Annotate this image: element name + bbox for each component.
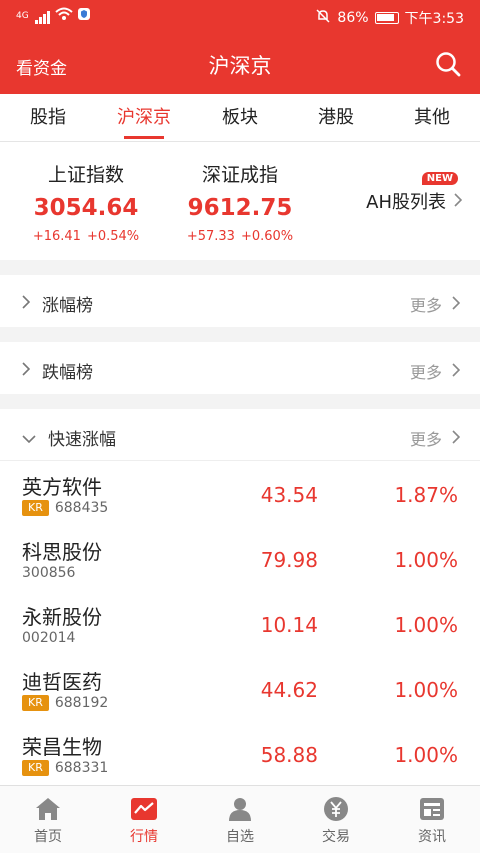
kr-badge: KR (22, 695, 49, 711)
app-header: 看资金 沪深京 (0, 34, 480, 94)
index-change-percent: +0.54% (86, 229, 140, 244)
market-tabs: 股指 沪深京 板块 港股 其他 (0, 94, 480, 142)
stock-change-percent: 1.00% (394, 548, 458, 572)
index-panel: 上证指数 3054.64 +16.41 +0.54% 深证成指 9612.75 +… (0, 142, 480, 260)
signal-icon (34, 9, 51, 24)
market-chart-icon (96, 796, 192, 822)
index-name: 上证指数 (47, 164, 124, 186)
network-label: 4G (16, 11, 29, 21)
nav-label: 自选 (226, 829, 254, 845)
nav-label: 交易 (322, 829, 350, 845)
chevron-right-icon (22, 294, 31, 314)
ah-stock-list-label: AH股列表 (366, 192, 446, 213)
nav-market[interactable]: 行情 (96, 786, 192, 853)
nav-news[interactable]: 资讯 (384, 786, 480, 853)
yuan-coin-icon (288, 796, 384, 822)
tab-indices[interactable]: 股指 (0, 94, 96, 141)
more-label: 更多 (409, 430, 442, 449)
index-change-points: +57.33 (186, 229, 235, 244)
tab-other[interactable]: 其他 (384, 94, 480, 141)
tab-sectors[interactable]: 板块 (192, 94, 288, 141)
index-card-shenzhen[interactable]: 深证成指 9612.75 +57.33 +0.60% (160, 160, 320, 244)
section-label: 快速涨幅 (48, 430, 116, 450)
stock-code: 002014 (22, 630, 76, 646)
nav-watchlist[interactable]: 自选 (192, 786, 288, 853)
stock-change-percent: 1.00% (394, 678, 458, 702)
news-icon (384, 796, 480, 822)
nav-label: 行情 (130, 829, 158, 845)
stock-code: 688435 (54, 500, 109, 516)
stock-name: 永新股份 (22, 605, 102, 629)
more-link[interactable]: 更多 (409, 292, 461, 316)
chevron-right-icon (454, 191, 463, 212)
index-change-points: +16.41 (32, 229, 81, 244)
chevron-right-icon (452, 362, 461, 381)
index-name: 深证成指 (201, 164, 278, 186)
chevron-right-icon (452, 295, 461, 314)
user-icon (192, 796, 288, 822)
stock-price: 79.98 (260, 548, 318, 572)
tab-shanghai-shenzhen-beijing[interactable]: 沪深京 (96, 94, 192, 141)
stock-change-percent: 1.00% (394, 743, 458, 767)
nav-label: 资讯 (418, 829, 446, 845)
section-fast-rising[interactable]: 快速涨幅 更多 (0, 409, 480, 461)
new-badge: NEW (421, 172, 458, 185)
stock-price: 58.88 (260, 743, 318, 767)
table-row[interactable]: 迪哲医药 KR 688192 44.62 1.00% (0, 656, 480, 721)
shield-icon (77, 7, 91, 25)
battery-icon (374, 12, 399, 24)
chevron-right-icon (452, 429, 461, 448)
more-link[interactable]: 更多 (409, 426, 461, 450)
mute-bell-icon (315, 8, 331, 28)
stock-price: 10.14 (260, 613, 318, 637)
stock-code: 688331 (54, 760, 109, 776)
stock-code: 300856 (22, 565, 76, 581)
index-card-shanghai[interactable]: 上证指数 3054.64 +16.41 +0.54% (6, 160, 166, 244)
nav-label: 首页 (34, 829, 62, 845)
section-label: 涨幅榜 (42, 296, 93, 316)
index-value: 9612.75 (187, 195, 293, 221)
nav-home[interactable]: 首页 (0, 786, 96, 853)
index-change-percent: +0.60% (240, 229, 294, 244)
section-top-losers[interactable]: 跌幅榜 更多 (0, 342, 480, 394)
stock-name: 迪哲医药 (22, 670, 102, 694)
stock-name: 荣昌生物 (22, 735, 102, 759)
nav-trade[interactable]: 交易 (288, 786, 384, 853)
page-title: 沪深京 (208, 54, 272, 78)
tab-hk-stocks[interactable]: 港股 (288, 94, 384, 141)
clock: 下午3:53 (404, 11, 464, 27)
chevron-down-icon (22, 428, 36, 448)
stock-change-percent: 1.00% (394, 613, 458, 637)
table-row[interactable]: 英方软件 KR 688435 43.54 1.87% (0, 461, 480, 526)
battery-percent: 86% (337, 10, 369, 26)
more-label: 更多 (409, 363, 442, 382)
stock-code: 688192 (54, 695, 109, 711)
status-bar: 4G 86% 下午3:53 (0, 0, 480, 34)
more-label: 更多 (409, 296, 442, 315)
section-label: 跌幅榜 (42, 363, 93, 383)
section-top-gainers[interactable]: 涨幅榜 更多 (0, 275, 480, 327)
index-change: +16.41 +0.54% (6, 229, 166, 244)
index-change: +57.33 +0.60% (160, 229, 320, 244)
more-link[interactable]: 更多 (409, 359, 461, 383)
stock-name: 科思股份 (22, 540, 102, 564)
home-icon (0, 796, 96, 822)
stock-list: 英方软件 KR 688435 43.54 1.87% 科思股份 300856 79… (0, 461, 480, 785)
kr-badge: KR (22, 760, 49, 776)
stock-change-percent: 1.87% (394, 483, 458, 507)
stock-price: 44.62 (260, 678, 318, 702)
bottom-nav: 首页 行情 自选 交易 资讯 (0, 785, 480, 853)
ah-stock-list-link[interactable]: AH股列表 (366, 188, 463, 214)
kr-badge: KR (22, 500, 49, 516)
stock-name: 英方软件 (22, 475, 102, 499)
wifi-icon (55, 7, 73, 25)
stock-price: 43.54 (260, 483, 318, 507)
table-row[interactable]: 永新股份 002014 10.14 1.00% (0, 591, 480, 656)
chevron-right-icon (22, 361, 31, 381)
search-icon[interactable] (434, 50, 462, 78)
table-row[interactable]: 科思股份 300856 79.98 1.00% (0, 526, 480, 591)
table-row[interactable]: 荣昌生物 KR 688331 58.88 1.00% (0, 721, 480, 785)
index-value: 3054.64 (33, 195, 139, 221)
